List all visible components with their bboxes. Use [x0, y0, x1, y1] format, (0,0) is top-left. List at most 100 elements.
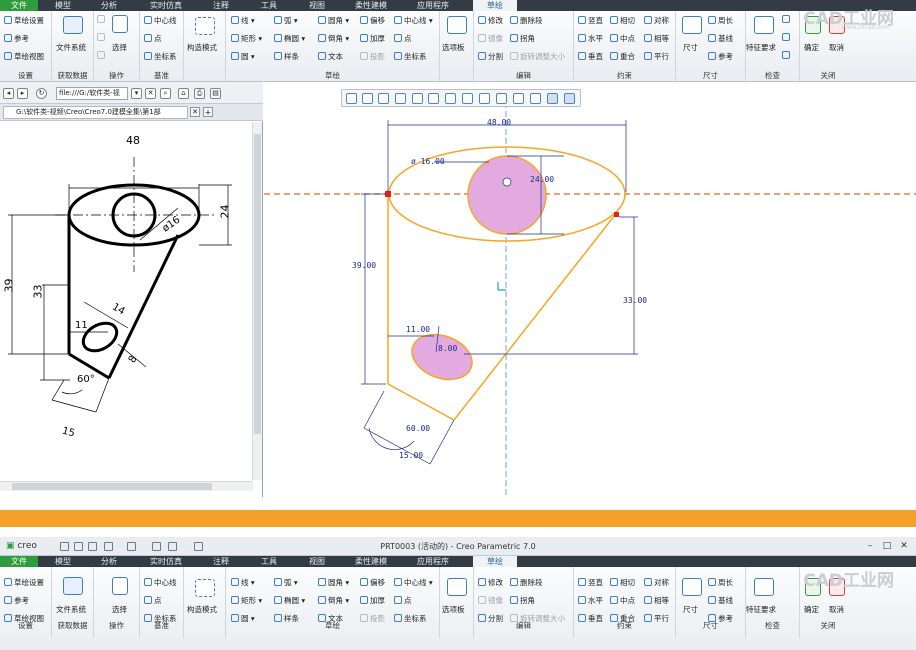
select-button[interactable]: 选择: [112, 42, 127, 53]
tab-sketch[interactable]: 草绘: [473, 0, 517, 11]
sketch-centerline-button[interactable]: 中心线 ▾: [394, 15, 433, 26]
datum-centerline-button-2[interactable]: 中心线: [144, 577, 177, 588]
tab-tools-2[interactable]: 工具: [261, 556, 277, 567]
sketch-dim-48[interactable]: 48.00: [487, 118, 511, 127]
tab-applications[interactable]: 应用程序: [417, 0, 449, 11]
horizontal-scroll-thumb[interactable]: [12, 483, 212, 490]
print-icon[interactable]: ⎙: [194, 88, 205, 99]
sketch-setup-button[interactable]: 草绘设置: [4, 15, 44, 26]
sketch-csys-button[interactable]: 坐标系: [394, 51, 427, 62]
back-arrow-icon[interactable]: ◂: [3, 88, 14, 99]
vertical-constraint-button[interactable]: 竖直: [578, 15, 603, 26]
vertical-constraint-button-2[interactable]: 竖直: [578, 577, 603, 588]
file-system-icon[interactable]: [63, 16, 83, 34]
dimension-icon[interactable]: [682, 16, 702, 34]
dimension-button[interactable]: 尺寸: [683, 42, 698, 53]
sketch-dim-24[interactable]: 24.00: [530, 175, 554, 184]
zoom-out-icon[interactable]: [378, 93, 389, 104]
sketch-dim-15[interactable]: 15.00: [399, 451, 423, 460]
perpendicular-constraint-button[interactable]: 垂直: [578, 51, 603, 62]
inspect-overlap-icon[interactable]: [782, 33, 792, 42]
view-manager-icon[interactable]: [445, 93, 456, 104]
modify-button-2[interactable]: 修改: [478, 577, 503, 588]
modify-button[interactable]: 修改: [478, 15, 503, 26]
repaint-icon[interactable]: [395, 93, 406, 104]
annotation-display-icon[interactable]: [496, 93, 507, 104]
vertical-scroll-thumb[interactable]: [254, 134, 261, 434]
close-icon[interactable]: ✕: [899, 541, 909, 551]
arc-button[interactable]: 弧 ▾: [274, 15, 298, 26]
sketcher-display-filters-icon[interactable]: [547, 93, 558, 104]
tab-flexible-modeling-2[interactable]: 柔性建模: [355, 556, 387, 567]
ok-button-2[interactable]: 确定: [804, 604, 819, 615]
minimize-icon[interactable]: –: [865, 541, 875, 551]
select-button-2[interactable]: 选择: [112, 604, 127, 615]
tab-flexible-modeling[interactable]: 柔性建模: [355, 0, 387, 11]
dimension-icon-2[interactable]: [682, 578, 702, 596]
sketch-dim-39[interactable]: 39.00: [352, 261, 376, 270]
horizontal-constraint-button[interactable]: 水平: [578, 33, 603, 44]
symmetric-constraint-button-2[interactable]: 对称: [644, 577, 669, 588]
line-button-2[interactable]: 线 ▾: [231, 577, 255, 588]
graphics-window[interactable]: 48.00 ø 16.00 24.00 39.00 33.00 11.00 8.…: [264, 82, 916, 497]
tangent-constraint-button[interactable]: 相切: [610, 15, 635, 26]
perimeter-button[interactable]: 周长: [708, 15, 733, 26]
ok-button[interactable]: 确定: [804, 42, 819, 53]
inspect-shade-icon[interactable]: [782, 15, 792, 24]
arc-button-2[interactable]: 弧 ▾: [274, 577, 298, 588]
tab-model-2[interactable]: 模型: [55, 556, 71, 567]
forward-arrow-icon[interactable]: ▸: [17, 88, 28, 99]
sketch-dim-8[interactable]: 8.00: [438, 344, 457, 353]
tab-analysis-2[interactable]: 分析: [101, 556, 117, 567]
file-system-button-2[interactable]: 文件系统: [56, 604, 86, 615]
feature-requirements-icon[interactable]: [754, 16, 774, 34]
text-button[interactable]: 文本: [318, 51, 343, 62]
feature-requirements-icon-2[interactable]: [754, 578, 774, 596]
fillet-button[interactable]: 圆角 ▾: [318, 15, 349, 26]
perspective-icon[interactable]: [462, 93, 473, 104]
palette-icon[interactable]: [447, 16, 467, 34]
offset-button[interactable]: 偏移: [360, 15, 385, 26]
construction-mode-icon[interactable]: [195, 17, 215, 35]
spline-button[interactable]: 样条: [274, 51, 299, 62]
equal-constraint-button[interactable]: 相等: [644, 33, 669, 44]
tab-model[interactable]: 模型: [55, 0, 71, 11]
corner-button[interactable]: 拐角: [510, 33, 535, 44]
cut-icon[interactable]: [97, 15, 107, 24]
palette-icon-2[interactable]: [447, 578, 467, 596]
url-dropdown-icon[interactable]: ▾: [131, 88, 142, 99]
browser-vertical-scrollbar[interactable]: [252, 122, 262, 480]
palette-button[interactable]: 选项板: [442, 42, 465, 53]
refit-icon[interactable]: [346, 93, 357, 104]
dimension-display-icon[interactable]: [564, 93, 575, 104]
equal-constraint-button-2[interactable]: 相等: [644, 595, 669, 606]
display-style-icon[interactable]: [412, 93, 423, 104]
tab-annotate-2[interactable]: 注释: [213, 556, 229, 567]
mirror-button[interactable]: 镜像: [478, 33, 503, 44]
datum-point-button-2[interactable]: 点: [144, 595, 162, 606]
tangent-constraint-button-2[interactable]: 相切: [610, 577, 635, 588]
fillet-button-2[interactable]: 圆角 ▾: [318, 577, 349, 588]
tab-applications-2[interactable]: 应用程序: [417, 556, 449, 567]
references-button[interactable]: 参考: [4, 33, 29, 44]
close-tab-icon[interactable]: ✕: [190, 107, 200, 117]
sketch-setup-button-2[interactable]: 草绘设置: [4, 577, 44, 588]
file-system-button[interactable]: 文件系统: [56, 42, 86, 53]
tab-analysis[interactable]: 分析: [101, 0, 117, 11]
thicken-button[interactable]: 加厚: [360, 33, 385, 44]
mirror-button-2[interactable]: 镜像: [478, 595, 503, 606]
feature-requirements-button-2[interactable]: 特征要求: [746, 604, 776, 615]
tab-view[interactable]: 视图: [309, 0, 325, 11]
tab-simulation-2[interactable]: 实时仿真: [150, 556, 182, 567]
tab-view-2[interactable]: 视图: [309, 556, 325, 567]
construction-mode-button[interactable]: 构造模式: [187, 42, 217, 53]
midpoint-constraint-button-2[interactable]: 中点: [610, 595, 635, 606]
inspect-open-ends-icon[interactable]: [782, 51, 792, 60]
copy-icon[interactable]: [97, 33, 107, 42]
sketch-dim-dia16[interactable]: ø 16.00: [411, 157, 445, 166]
sketch-point-button-2[interactable]: 点: [394, 595, 412, 606]
select-arrow-icon[interactable]: [112, 15, 128, 33]
refresh-icon[interactable]: ↻: [36, 88, 47, 99]
datum-point-button[interactable]: 点: [144, 33, 162, 44]
palette-button-2[interactable]: 选项板: [442, 604, 465, 615]
